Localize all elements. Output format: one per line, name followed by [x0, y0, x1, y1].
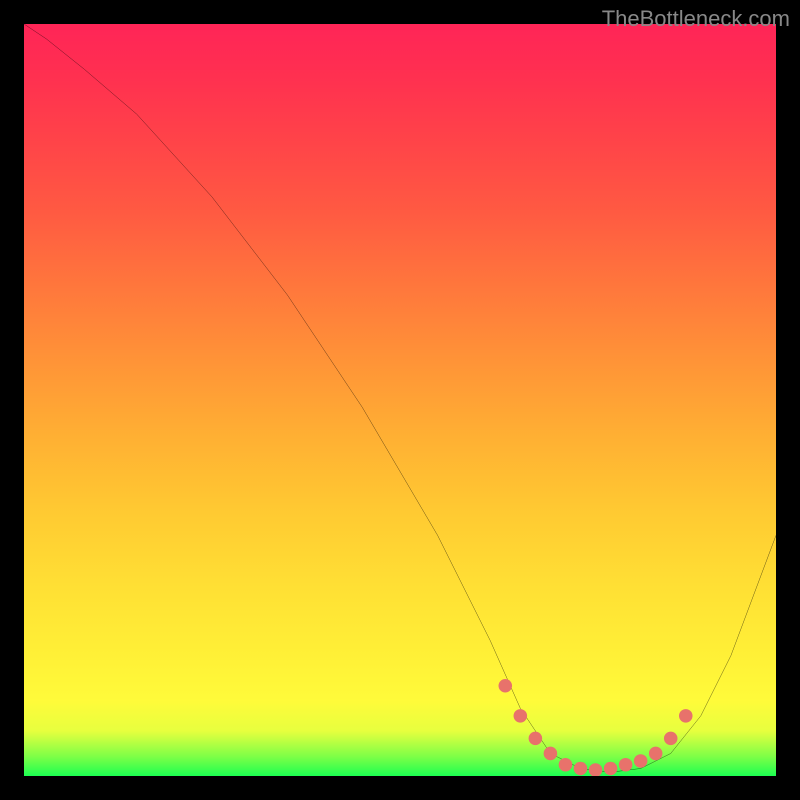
- curve-svg: [24, 24, 776, 776]
- chart-container: TheBottleneck.com: [0, 0, 800, 800]
- watermark-text: TheBottleneck.com: [602, 6, 790, 32]
- marker-dot: [619, 758, 633, 772]
- plot-area: [24, 24, 776, 776]
- marker-dot: [514, 709, 528, 723]
- marker-dot: [559, 758, 573, 772]
- marker-dot: [574, 762, 588, 776]
- marker-dot: [544, 747, 558, 761]
- marker-dot: [499, 679, 513, 693]
- marker-dot: [679, 709, 693, 723]
- marker-dot: [604, 762, 618, 776]
- marker-dot: [649, 747, 663, 761]
- marker-dot: [589, 763, 603, 776]
- marker-dot: [664, 732, 678, 746]
- bottleneck-curve: [24, 24, 776, 772]
- marker-dot: [529, 732, 543, 746]
- marker-dot: [634, 754, 648, 768]
- optimal-range-markers: [499, 679, 693, 776]
